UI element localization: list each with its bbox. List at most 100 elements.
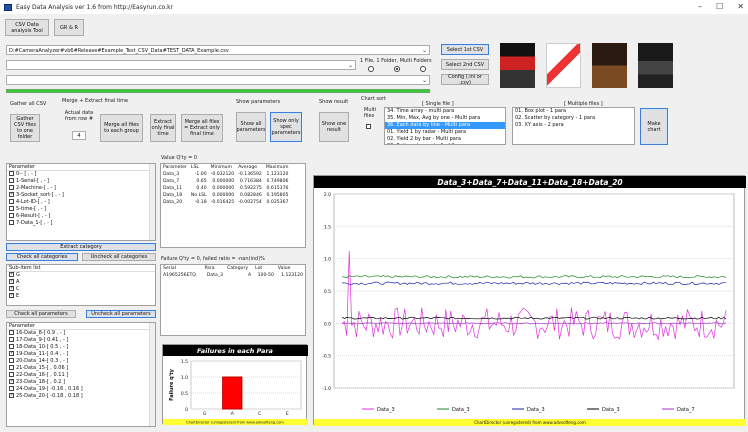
parameter-list-item[interactable]: 1-Serial-[ , - ]	[7, 178, 155, 185]
maximize-button[interactable]: ☐	[716, 2, 723, 11]
book-cover-4[interactable]	[638, 43, 673, 88]
minimize-button[interactable]: –	[698, 2, 702, 11]
checkbox[interactable]	[9, 358, 14, 363]
checkbox[interactable]	[9, 392, 14, 399]
checkbox[interactable]	[9, 178, 14, 183]
chart-option[interactable]: 02. Scatter by category - 1 para	[513, 115, 634, 122]
parameter-list-item[interactable]: 16-Data_8-[ 0.9 , - ]	[7, 330, 155, 337]
select-1st-csv-button[interactable]: Select 1st CSV	[441, 44, 489, 55]
checkbox[interactable]	[9, 206, 14, 211]
checkbox[interactable]	[9, 278, 14, 285]
extract-category-button[interactable]: Extract category	[6, 243, 156, 251]
book-cover-3[interactable]	[592, 43, 627, 88]
table-row[interactable]: Data_20 -0.18 -0.016425 -0.002754 0.025367	[161, 199, 290, 206]
tab-gr-r[interactable]: GR & R	[54, 19, 84, 36]
parameter-list-item[interactable]: 2-Machine-[ , - ]	[7, 185, 155, 192]
radio-1-file[interactable]	[368, 66, 374, 72]
checkbox[interactable]	[9, 337, 14, 342]
sub-item-list[interactable]: Sub-item list GACE	[6, 264, 156, 306]
parameter-list-item[interactable]: 0-- [ , - ]	[7, 171, 155, 178]
checkbox[interactable]	[9, 171, 14, 176]
checkbox[interactable]	[9, 344, 14, 349]
checkbox[interactable]	[9, 185, 14, 190]
value-table[interactable]: Parameter LSL Minimum Average Maximum Data_3 -…	[160, 163, 306, 248]
checkbox[interactable]	[9, 271, 14, 278]
table-row[interactable]: Data_7 0.65 0.000000 0.716384 0.749806	[161, 178, 290, 185]
parameter-list-item[interactable]: 23-Data_18-[ , 0.2 ]	[7, 378, 155, 386]
checkbox[interactable]	[9, 386, 14, 391]
chart-option[interactable]: 34. Time array - multi para	[385, 108, 505, 115]
checkbox[interactable]	[9, 213, 14, 218]
uncheck-all-categories-button[interactable]: Uncheck all categories	[82, 253, 156, 261]
sub-item-item[interactable]: G	[7, 271, 155, 279]
multi-files-checkbox[interactable]	[366, 124, 371, 129]
table-row[interactable]: Data_3 -1.00 -0.032120 -0.136592 1.123120	[161, 171, 290, 178]
table-row[interactable]: A1965256ETQ Data_3 A 100-50 1.123120	[161, 272, 305, 279]
checkbox[interactable]	[9, 199, 14, 204]
merge-all-button[interactable]: Merge all files to each group	[100, 114, 143, 142]
checkbox[interactable]	[9, 350, 14, 357]
parameter-list-top[interactable]: Parameter 0-- [ , - ] 1-Serial-[ , - ] 2-M…	[6, 163, 156, 241]
book-cover-2[interactable]	[546, 43, 581, 88]
chart-option[interactable]: 02. Yield 2 by bar - Multi para	[385, 136, 505, 143]
parameter-list-item[interactable]: 4-Lot-ID-[ , - ]	[7, 199, 155, 206]
parameter-list-item[interactable]: 22-Data_16-[ , 0.11 ]	[7, 372, 155, 379]
parameter-list-item[interactable]: 24-Data_19-[ -0.16 , 0.16 ]	[7, 386, 155, 393]
show-all-params-button[interactable]: Show all parameters	[236, 112, 266, 142]
chart-option[interactable]: 01. Box plot - 1 para	[513, 108, 634, 115]
check-all-categories-button[interactable]: Check all categories	[6, 253, 78, 261]
gather-files-button[interactable]: Gather CSV files to one folder	[10, 114, 40, 142]
parameter-list-item[interactable]: 17-Data_9-[ 0.41 , - ]	[7, 337, 155, 344]
third-path-field[interactable]: ⌄	[6, 75, 430, 85]
failure-table[interactable]: Serial Para Category Lot Value A1965256ETQ Dat…	[160, 264, 306, 336]
parameter-list-item[interactable]: 7-Data_1-[ , - ]	[7, 220, 155, 227]
scrollbar[interactable]	[149, 164, 155, 240]
parameter-list-item[interactable]: 20-Data_14-[ 0.3 , - ]	[7, 358, 155, 365]
book-cover-1[interactable]	[500, 43, 535, 88]
checkbox[interactable]	[9, 330, 14, 335]
chart-option[interactable]: 36. Each data by line - Multi para	[385, 122, 505, 129]
table-row[interactable]: Data_11 0.40 0.000000 0.592275 0.615376	[161, 185, 290, 192]
parameter-list-item[interactable]: 18-Data_10-[ 0.5 , - ]	[7, 344, 155, 351]
sub-item-item[interactable]: A	[7, 278, 155, 286]
parameter-list-item[interactable]: 5-time-[ , - ]	[7, 206, 155, 213]
radio-multi-folders[interactable]	[420, 66, 426, 72]
checkbox[interactable]	[9, 372, 14, 377]
parameter-list-item[interactable]: 6-Result-[ , - ]	[7, 213, 155, 220]
parameter-list-item[interactable]: 3-Socket_sort-[ , - ]	[7, 191, 155, 199]
make-chart-button[interactable]: Make chart	[640, 108, 668, 145]
check-all-params-button[interactable]: Check all parameters	[6, 310, 76, 318]
show-spec-params-button[interactable]: Show only spec parameters	[270, 112, 302, 142]
sub-item-item[interactable]: C	[7, 285, 155, 293]
extract-final-button[interactable]: Extract only final time	[150, 114, 176, 142]
multiple-file-chart-list[interactable]: 01. Box plot - 1 para 02. Scatter by cate…	[512, 107, 635, 145]
checkbox[interactable]	[9, 285, 14, 292]
file-path-dropdown[interactable]: D:#CameraAnalyzer#vb6#Release#Example_Te…	[6, 45, 430, 55]
close-button[interactable]: ✕	[737, 2, 744, 11]
row-number-input[interactable]: 4	[72, 131, 86, 140]
tab-csv-tool[interactable]: CSV Data analysis Tool	[5, 19, 49, 36]
parameter-list-item[interactable]: 19-Data_11-[ 0.4 , - ]	[7, 350, 155, 358]
parameter-list-bottom[interactable]: Parameter 16-Data_8-[ 0.9 , - ] 17-Data_9…	[6, 322, 156, 427]
config-button[interactable]: Config (.ini or .csv)	[441, 74, 489, 86]
checkbox[interactable]	[9, 365, 14, 370]
checkbox[interactable]	[9, 220, 14, 225]
merge-extract-button[interactable]: Merge all files = Extract only final tim…	[181, 114, 223, 142]
scrollbar[interactable]	[149, 323, 155, 426]
checkbox[interactable]	[9, 292, 14, 299]
checkbox[interactable]	[9, 378, 14, 385]
second-path-field[interactable]: ⌄	[6, 60, 356, 70]
chart-option[interactable]: 35. Min, Max, Avg by one - Multi para	[385, 115, 505, 122]
single-file-chart-list[interactable]: 34. Time array - multi para 35. Min, Max,…	[384, 107, 506, 145]
select-2nd-csv-button[interactable]: Select 2nd CSV	[441, 59, 489, 70]
parameter-list-item[interactable]: 21-Data_15-[ , 0.06 ]	[7, 365, 155, 372]
chart-option[interactable]: 03. XY axis - 2 para	[513, 122, 634, 129]
chart-option[interactable]: 01. Yield 1 by radar - Multi para	[385, 129, 505, 136]
uncheck-all-params-button[interactable]: Uncheck all parameters	[86, 310, 156, 318]
radio-1-folder[interactable]	[394, 66, 400, 72]
chart-option[interactable]: 03. Pattern (power) - 1 of 1 pans	[385, 143, 505, 144]
checkbox[interactable]	[9, 191, 14, 198]
sub-item-item[interactable]: E	[7, 292, 155, 300]
show-one-result-button[interactable]: Show one result	[319, 112, 349, 142]
parameter-list-item[interactable]: 25-Data_20-[ -0.18 , 0.18 ]	[7, 392, 155, 400]
